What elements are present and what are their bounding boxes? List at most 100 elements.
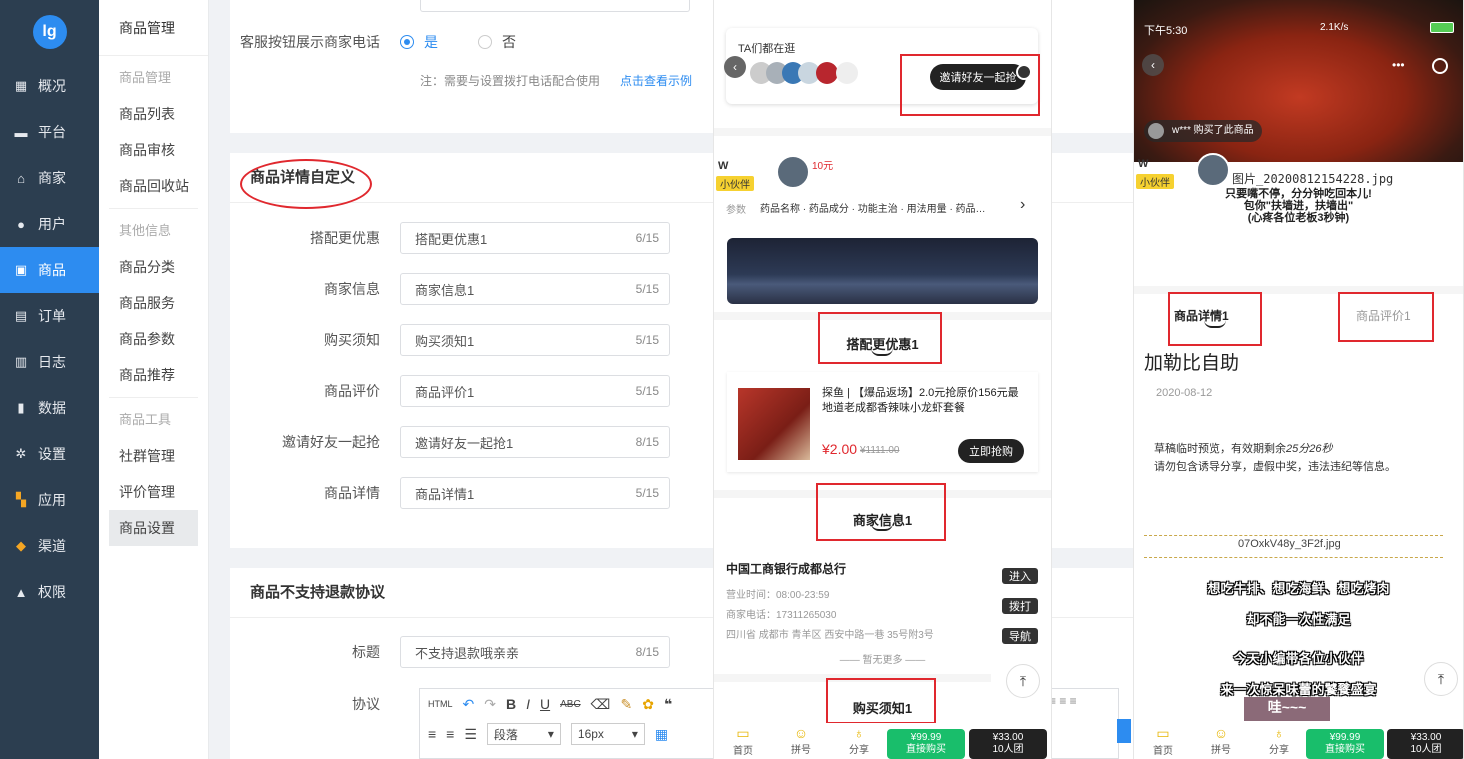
eraser-icon[interactable]: ⌫ [591,696,611,713]
tab-home[interactable]: ▭ 首页 [714,723,772,759]
nav-item-permissions[interactable]: ▲ 权限 [0,569,99,615]
banner-image [727,238,1038,304]
tab-group[interactable]: ☺ 拼号 [772,723,830,759]
strikethrough-icon[interactable]: ABC [560,699,581,710]
submenu-item-recycle[interactable]: 商品回收站 [99,168,208,204]
nav-item-logs[interactable]: ▥ 日志 [0,339,99,385]
input-value: 搭配更优惠1 [415,231,488,247]
submenu-item-goods-settings[interactable]: 商品设置 [109,510,198,546]
underline-icon[interactable]: U [540,696,550,712]
nav-label: 订单 [38,308,66,324]
dashed-line [1144,557,1443,558]
merchant-input[interactable]: 商家信息1 5/15 [400,273,670,305]
nav-item-orders[interactable]: ▤ 订单 [0,293,99,339]
book-icon: ▥ [14,354,28,369]
back-arrow-icon[interactable]: ‹ [1142,54,1164,76]
combo-input[interactable]: 搭配更优惠1 6/15 [400,222,670,254]
nav-item-user[interactable]: ● 用户 [0,201,99,247]
paragraph-select[interactable]: 段落 ▾ [486,723,561,745]
submenu-item-category[interactable]: 商品分类 [99,249,208,285]
caption-image: 哇~~~ [1244,697,1330,721]
undo-icon[interactable]: ↶ [463,696,475,713]
align-left-icon[interactable]: ≡ [428,726,436,742]
main-sidebar: lg ▦ 概况 ▬ 平台 ⌂ 商家 ● 用户 ▣ 商品 ▤ 订单 ▥ 日志 ▮ 数据 ✲ 设置 ▚… [0,0,99,759]
submenu-group-title: 商品工具 [119,412,172,427]
html-button[interactable]: HTML [428,699,453,709]
enter-button[interactable]: 进入 [1002,568,1038,584]
nav-item-goods[interactable]: ▣ 商品 [0,247,99,293]
submenu-title: 商品管理 [99,0,208,56]
tab-share[interactable]: ♁ 分享 [830,723,888,759]
italic-icon[interactable]: I [526,696,530,712]
input-value: 商品详情1 [415,486,475,502]
direct-buy-button[interactable]: ¥99.99 直接购买 [1306,729,1384,759]
nav-label: 权限 [38,584,66,600]
radio-no[interactable]: 否 [478,32,516,52]
nav-item-data[interactable]: ▮ 数据 [0,385,99,431]
bold-icon[interactable]: B [506,696,516,712]
lock-icon: ▲ [14,584,28,600]
bar-chart-icon: ▮ [17,400,25,415]
submenu-item-goods-review[interactable]: 商品审核 [99,132,208,168]
align-right-icon[interactable]: ≡ [446,726,454,742]
nav-label: 商家 [38,170,66,186]
submenu-item-community[interactable]: 社群管理 [99,438,208,474]
tab-group[interactable]: ☺ 拼号 [1192,723,1250,759]
submenu-item-goods-list[interactable]: 商品列表 [99,96,208,132]
direct-buy-button[interactable]: ¥99.99 直接购买 [887,729,965,759]
navigate-button[interactable]: 导航 [1002,628,1038,644]
submenu-item-reviews[interactable]: 评价管理 [99,474,208,510]
nav-item-channels[interactable]: ◆ 渠道 [0,523,99,569]
top-partial-input[interactable] [420,0,690,12]
tab-share[interactable]: ♁ 分享 [1250,723,1308,759]
bag-icon: ▣ [14,262,28,277]
submenu-item-params[interactable]: 商品参数 [99,321,208,357]
format-brush-icon[interactable]: ✎ [620,696,632,713]
record-icon[interactable] [1432,58,1448,74]
home-icon: ▭ [736,725,750,741]
redo-icon[interactable]: ↷ [484,696,496,713]
nav-label: 商品 [38,262,66,278]
call-button[interactable]: 拨打 [1002,598,1038,614]
align-icon[interactable]: ≡ ≡ ≡ [1049,694,1077,708]
char-count: 5/15 [635,333,659,347]
nav-item-merchant[interactable]: ⌂ 商家 [0,155,99,201]
scroll-top-icon[interactable]: ⤒ [1006,664,1040,698]
justify-icon[interactable]: ☰ [464,726,477,743]
emoji-icon[interactable]: ✿ [642,696,654,713]
radio-yes[interactable]: 是 [400,32,438,52]
fontsize-select[interactable]: 16px ▾ [570,723,645,745]
nav-item-overview[interactable]: ▦ 概况 [0,63,99,109]
invite-input[interactable]: 邀请好友一起抢1 8/15 [400,426,670,458]
scroll-top-icon[interactable]: ⤒ [1424,662,1458,696]
quote-icon[interactable]: ❝ [664,696,672,713]
buy-now-button[interactable]: 立即抢购 [958,439,1024,463]
ta-text: TA们都在逛 [738,43,796,55]
group-buy-button[interactable]: ¥33.00 10人团 [1387,729,1463,759]
review-input[interactable]: 商品评价1 5/15 [400,375,670,407]
group-buy-button[interactable]: ¥33.00 10人团 [969,729,1047,759]
more-icon[interactable]: ••• [1392,58,1405,72]
nav-item-platform[interactable]: ▬ 平台 [0,109,99,155]
submenu-item-recommend[interactable]: 商品推荐 [99,357,208,393]
editor-blue-button[interactable] [1117,719,1131,743]
gear-icon: ✲ [15,446,27,461]
tab-home[interactable]: ▭ 首页 [1134,723,1192,759]
submenu-item-service[interactable]: 商品服务 [99,285,208,321]
view-example-link[interactable]: 点击查看示例 [620,72,692,89]
notice-input[interactable]: 购买须知1 5/15 [400,324,670,356]
nav-item-settings[interactable]: ✲ 设置 [0,431,99,477]
monitor-icon: ▬ [14,124,28,140]
button-label: 直接购买 [906,744,946,755]
tab-label: 拼号 [791,745,811,756]
chevron-right-icon[interactable]: › [1020,196,1025,214]
table-icon[interactable]: ▦ [655,726,668,743]
detail-input[interactable]: 商品详情1 5/15 [400,477,670,509]
back-arrow-icon[interactable]: ‹ [724,56,746,78]
chevron-down-icon: ▾ [547,727,554,741]
field-row-notice: 购买须知 购买须知1 5/15 [230,324,670,356]
merchant-phone: 商家电话：17311265030 [726,610,837,621]
refund-title-input[interactable]: 不支持退款哦亲亲 8/15 [400,636,670,668]
main-nav: ▦ 概况 ▬ 平台 ⌂ 商家 ● 用户 ▣ 商品 ▤ 订单 ▥ 日志 ▮ 数据 ✲ 设置 ▚ 应用 … [0,63,99,615]
nav-item-apps[interactable]: ▚ 应用 [0,477,99,523]
